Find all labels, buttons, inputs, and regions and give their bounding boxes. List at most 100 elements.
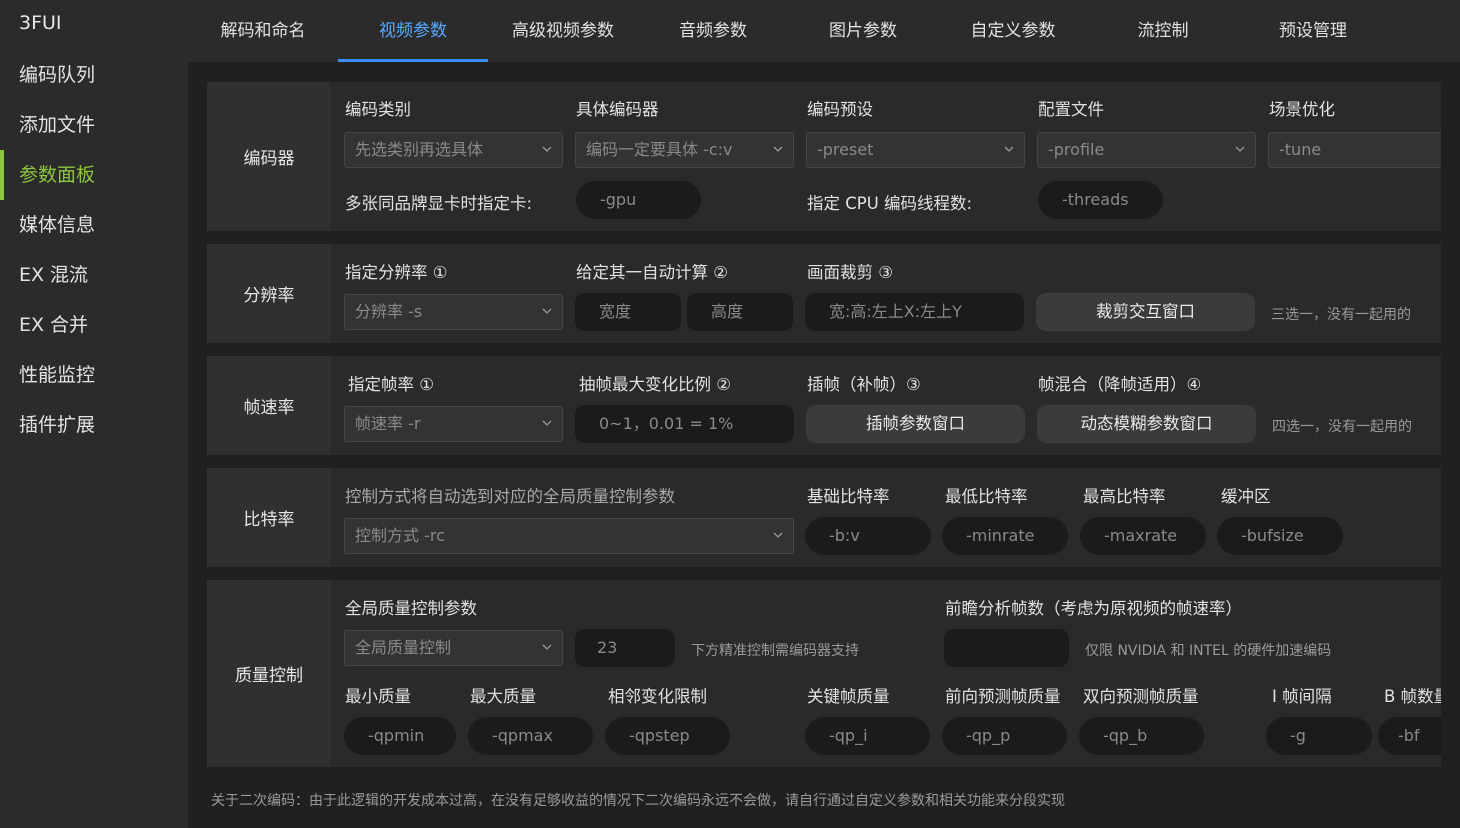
qpb-label: 双向预测帧质量 <box>1083 687 1199 706</box>
crop-input[interactable]: 宽:高:左上X:左上Y <box>805 293 1024 331</box>
min-bitrate-label: 最低比特率 <box>945 487 1028 506</box>
bframes-label: B 帧数量 <box>1384 687 1441 706</box>
qpp-label: 前向预测帧质量 <box>945 687 1061 706</box>
footer-note: 关于二次编码：由于此逻辑的开发成本过高，在没有足够收益的情况下二次编码永远不会做… <box>211 793 1065 809</box>
sidebar-item-ex-mux[interactable]: EX 混流 <box>0 255 188 295</box>
motion-blur-window-button[interactable]: 动态模糊参数窗口 <box>1037 405 1256 443</box>
resolution-select[interactable]: 分辨率 -s <box>344 294 563 330</box>
sidebar-item-ex-merge[interactable]: EX 合并 <box>0 305 188 345</box>
chevron-down-icon <box>542 308 552 314</box>
gpu-label: 多张同品牌显卡时指定卡: <box>345 194 533 213</box>
frame-drop-input[interactable]: 0~1，0.01 = 1% <box>575 405 794 443</box>
bitrate-section-title: 比特率 <box>207 468 331 567</box>
chevron-down-icon <box>1235 146 1245 152</box>
tab-video-params[interactable]: 视频参数 <box>338 0 488 62</box>
qpstep-input[interactable]: -qpstep <box>605 717 730 755</box>
threads-label: 指定 CPU 编码线程数: <box>807 194 973 213</box>
interpolation-label: 插帧（补帧）③ <box>807 375 921 394</box>
profile-label: 配置文件 <box>1038 100 1104 119</box>
max-bitrate-label: 最高比特率 <box>1083 487 1166 506</box>
framerate-value: 帧速率 -r <box>355 414 421 433</box>
tune-select[interactable]: -tune <box>1268 132 1441 168</box>
lookahead-input[interactable] <box>944 629 1069 667</box>
app-title: 3FUI <box>19 12 62 34</box>
base-bitrate-label: 基础比特率 <box>807 487 890 506</box>
tab-image[interactable]: 图片参数 <box>788 0 938 62</box>
max-bitrate-input[interactable]: -maxrate <box>1080 517 1206 555</box>
tab-audio[interactable]: 音频参数 <box>638 0 788 62</box>
encoder-panel: 编码器 编码类别 具体编码器 编码预设 配置文件 场景优化 先选类别再选具体 编… <box>207 82 1441 231</box>
qpstep-label: 相邻变化限制 <box>608 687 707 706</box>
tab-presets[interactable]: 预设管理 <box>1238 0 1388 62</box>
width-input[interactable]: 宽度 <box>575 293 681 331</box>
tab-stream-control[interactable]: 流控制 <box>1088 0 1238 62</box>
framerate-note: 四选一，没有一起用的 <box>1272 419 1412 435</box>
tab-bar: 解码和命名 视频参数 高级视频参数 音频参数 图片参数 自定义参数 流控制 预设… <box>188 0 1460 62</box>
gpu-input[interactable]: -gpu <box>576 181 701 219</box>
crop-window-button[interactable]: 裁剪交互窗口 <box>1036 293 1255 331</box>
buffer-label: 缓冲区 <box>1221 487 1271 506</box>
chevron-down-icon <box>773 532 783 538</box>
resolution-auto-label: 给定其一自动计算 ② <box>576 263 729 282</box>
qpmax-label: 最大质量 <box>470 687 536 706</box>
sidebar-item-add-files[interactable]: 添加文件 <box>0 105 188 145</box>
resolution-note: 三选一，没有一起用的 <box>1271 307 1411 323</box>
qpi-input[interactable]: -qp_i <box>805 717 930 755</box>
min-bitrate-input[interactable]: -minrate <box>942 517 1068 555</box>
global-quality-number[interactable]: 23 <box>575 629 675 667</box>
sidebar: 3FUI 编码队列 添加文件 参数面板 媒体信息 EX 混流 EX 合并 性能监… <box>0 0 188 828</box>
sidebar-item-media-info[interactable]: 媒体信息 <box>0 205 188 245</box>
tune-value: -tune <box>1279 140 1322 159</box>
encoder-section-title: 编码器 <box>207 82 331 231</box>
lookahead-note: 仅限 NVIDIA 和 INTEL 的硬件加速编码 <box>1085 643 1332 659</box>
profile-value: -profile <box>1048 140 1105 159</box>
sidebar-item-monitor[interactable]: 性能监控 <box>0 355 188 395</box>
tab-custom[interactable]: 自定义参数 <box>938 0 1088 62</box>
framerate-label: 指定帧率 ① <box>348 375 435 394</box>
framerate-select[interactable]: 帧速率 -r <box>344 406 563 442</box>
gop-input[interactable]: -g <box>1266 717 1372 755</box>
threads-input[interactable]: -threads <box>1038 181 1163 219</box>
height-input[interactable]: 高度 <box>687 293 793 331</box>
rate-control-value: 控制方式 -rc <box>355 526 445 545</box>
bframes-input[interactable]: -bf <box>1378 717 1441 755</box>
preset-select[interactable]: -preset <box>806 132 1025 168</box>
crop-label: 画面裁剪 ③ <box>807 263 894 282</box>
chevron-down-icon <box>542 146 552 152</box>
chevron-down-icon <box>542 420 552 426</box>
chevron-down-icon <box>773 146 783 152</box>
codec-label: 具体编码器 <box>576 100 659 119</box>
chevron-down-icon <box>542 644 552 650</box>
framerate-section-title: 帧速率 <box>207 356 331 455</box>
global-quality-value: 全局质量控制 <box>355 638 452 657</box>
qpmax-input[interactable]: -qpmax <box>468 717 593 755</box>
tab-advanced-video[interactable]: 高级视频参数 <box>488 0 638 62</box>
sidebar-item-params[interactable]: 参数面板 <box>0 150 188 200</box>
chevron-down-icon <box>1004 146 1014 152</box>
encoder-category-value: 先选类别再选具体 <box>355 140 484 159</box>
resolution-size-label: 指定分辨率 ① <box>345 263 448 282</box>
codec-select[interactable]: 编码一定要具体 -c:v <box>575 132 794 168</box>
base-bitrate-input[interactable]: -b:v <box>805 517 931 555</box>
sidebar-item-plugins[interactable]: 插件扩展 <box>0 405 188 445</box>
bitrate-panel: 比特率 控制方式将自动选到对应的全局质量控制参数 基础比特率 最低比特率 最高比… <box>207 468 1441 567</box>
quality-section-title: 质量控制 <box>207 580 331 767</box>
bufsize-input[interactable]: -bufsize <box>1217 517 1343 555</box>
resolution-section-title: 分辨率 <box>207 244 331 343</box>
qpmin-label: 最小质量 <box>345 687 411 706</box>
global-quality-note: 下方精准控制需编码器支持 <box>691 643 859 659</box>
global-quality-select[interactable]: 全局质量控制 <box>344 630 563 666</box>
interpolation-window-button[interactable]: 插帧参数窗口 <box>806 405 1025 443</box>
rate-control-select[interactable]: 控制方式 -rc <box>344 518 794 554</box>
qpmin-input[interactable]: -qpmin <box>344 717 456 755</box>
rate-control-hint: 控制方式将自动选到对应的全局质量控制参数 <box>345 487 675 506</box>
tune-label: 场景优化 <box>1269 100 1335 119</box>
qpb-input[interactable]: -qp_b <box>1079 717 1204 755</box>
tab-decode-naming[interactable]: 解码和命名 <box>188 0 338 62</box>
encoder-category-select[interactable]: 先选类别再选具体 <box>344 132 563 168</box>
quality-panel: 质量控制 全局质量控制参数 前瞻分析帧数（考虑为原视频的帧速率） 全局质量控制 … <box>207 580 1441 767</box>
qpp-input[interactable]: -qp_p <box>942 717 1067 755</box>
profile-select[interactable]: -profile <box>1037 132 1256 168</box>
sidebar-item-queue[interactable]: 编码队列 <box>0 55 188 95</box>
preset-value: -preset <box>817 140 874 159</box>
